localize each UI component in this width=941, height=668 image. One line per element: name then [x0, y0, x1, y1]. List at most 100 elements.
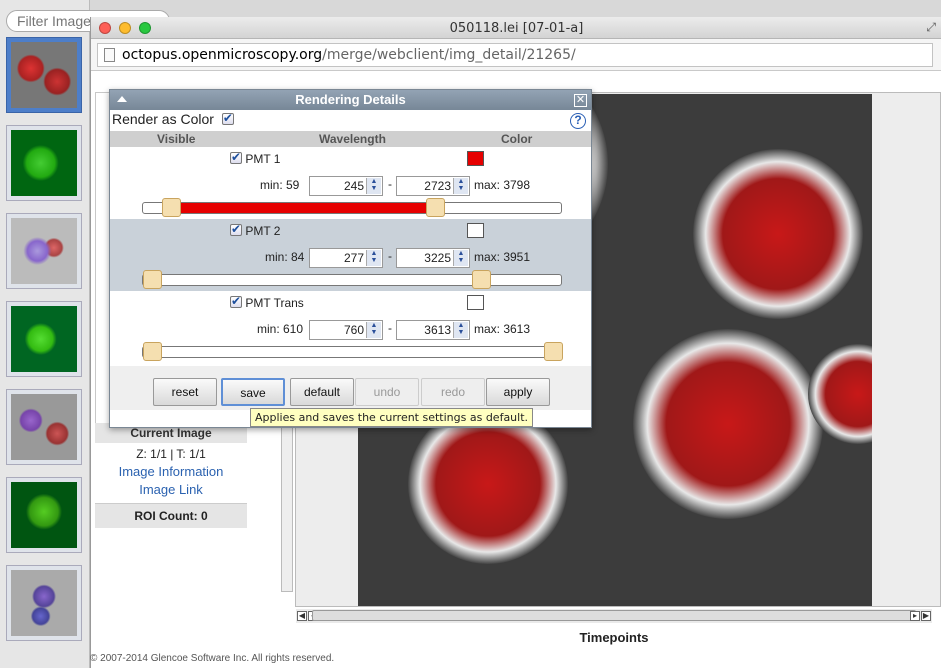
thumbnail-image[interactable] [6, 565, 82, 641]
dialog-button-bar: reset save default undo redo apply [110, 366, 591, 410]
render-as-color-row: Render as Color ? [110, 111, 591, 131]
slider-end-handle[interactable] [471, 270, 491, 289]
channel-max-label: max: 3951 [474, 250, 531, 264]
help-icon[interactable]: ? [570, 113, 586, 129]
window-title: 050118.lei [07-01-a] [449, 21, 584, 36]
default-button[interactable]: default [290, 378, 354, 406]
window-start-value: 277 [343, 251, 364, 265]
url-bar: octopus.openmicroscopy.org/merge/webclie… [91, 39, 941, 71]
image-information-link[interactable]: Image Information [95, 463, 247, 481]
thumbnail-strip [0, 0, 90, 668]
dialog-title: Rendering Details [295, 92, 406, 107]
color-column-label: Color [501, 132, 533, 146]
channel-min-label: min: 84 [265, 250, 305, 264]
thumbnail-image[interactable] [6, 301, 82, 377]
render-as-color-label: Render as Color [112, 111, 214, 127]
window-end-input[interactable]: 2723 ▲ ▼ [396, 176, 470, 196]
scroll-right-icon[interactable]: ▸ [910, 611, 920, 621]
slider-end-handle[interactable] [544, 342, 563, 361]
channel-visible-checkbox[interactable] [230, 294, 242, 308]
channel-min-label: min: 610 [257, 322, 304, 336]
dialog-header[interactable]: Rendering Details ✕ [110, 90, 591, 110]
slider-start-handle[interactable] [143, 342, 162, 361]
wavelength-column-label: Wavelength [319, 132, 386, 146]
channel-max-label: max: 3613 [474, 322, 531, 336]
channel-row: PMT 2min: 84277▲▼-3225▲▼max: 3951 [110, 219, 591, 291]
rendering-details-dialog: Rendering Details ✕ Render as Color ? Vi… [109, 89, 592, 428]
window-start-value: 760 [343, 323, 364, 337]
reset-button[interactable]: reset [153, 378, 217, 406]
url-path: /merge/webclient/img_detail/21265/ [322, 47, 576, 63]
channel-row: PMT 1min: 59245▲▼-2723▲▼max: 3798 [110, 147, 591, 219]
timepoints-label: Timepoints [579, 630, 649, 645]
range-separator: - [388, 177, 392, 191]
channel-window-slider[interactable] [142, 342, 563, 361]
channel-window-slider[interactable] [142, 270, 562, 289]
spinner-icon[interactable]: ▲ ▼ [453, 322, 468, 338]
spinner-icon[interactable]: ▲ ▼ [366, 178, 381, 194]
scroll-start-icon[interactable]: ◀ [297, 611, 307, 621]
window-start-input[interactable]: 760 ▲ ▼ [309, 320, 383, 340]
channel-color-swatch[interactable] [467, 151, 484, 166]
slider-start-handle[interactable] [162, 198, 182, 217]
channel-min-label: min: 59 [260, 178, 300, 192]
image-info-panel: Current Image Z: 1/1 | T: 1/1 Image Info… [95, 423, 247, 528]
roi-count: ROI Count: 0 [95, 503, 247, 528]
thumbnail-image[interactable] [6, 389, 82, 465]
channel-name: PMT Trans [245, 296, 304, 310]
channel-visible-toggle[interactable]: PMT 1 [230, 150, 281, 166]
apply-button[interactable]: apply [486, 378, 550, 406]
save-button[interactable]: save [221, 378, 285, 406]
copyright-footer: © 2007-2014 Glencoe Software Inc. All ri… [90, 653, 335, 664]
thumbnail-image[interactable] [6, 125, 82, 201]
page-icon [104, 48, 115, 62]
timepoints-scrollbar[interactable]: ◀ ◂ ▸ ▶ [296, 609, 932, 623]
image-link[interactable]: Image Link [95, 481, 247, 499]
scroll-end-icon[interactable]: ▶ [921, 611, 931, 621]
channel-name: PMT 1 [245, 152, 281, 166]
window-end-value: 3613 [424, 323, 451, 337]
window-end-value: 3225 [424, 251, 451, 265]
z-t-indicator: Z: 1/1 | T: 1/1 [136, 447, 206, 461]
spinner-icon[interactable]: ▲ ▼ [366, 250, 381, 266]
window-titlebar: 050118.lei [07-01-a] ⤢ [91, 17, 941, 39]
window-end-input[interactable]: 3225 ▲ ▼ [396, 248, 470, 268]
slider-start-handle[interactable] [143, 270, 162, 289]
window-start-value: 245 [343, 179, 364, 193]
spinner-icon[interactable]: ▲ ▼ [366, 322, 381, 338]
channel-row: PMT Transmin: 610760▲▼-3613▲▼max: 3613 [110, 291, 591, 363]
visible-column-label: Visible [157, 132, 196, 146]
channel-visible-toggle[interactable]: PMT Trans [230, 294, 304, 310]
channel-color-swatch[interactable] [467, 295, 484, 310]
redo-button[interactable]: redo [421, 378, 485, 406]
spinner-icon[interactable]: ▲ ▼ [453, 250, 468, 266]
thumbnail-image[interactable] [6, 477, 82, 553]
thumbnail-image[interactable] [6, 213, 82, 289]
url-host: octopus.openmicroscopy.org [122, 47, 323, 63]
undo-button[interactable]: undo [355, 378, 419, 406]
channel-visible-toggle[interactable]: PMT 2 [230, 222, 281, 238]
close-icon[interactable]: ✕ [574, 94, 587, 107]
channel-color-swatch[interactable] [467, 223, 484, 238]
window-end-value: 2723 [424, 179, 451, 193]
channel-window-slider[interactable] [142, 198, 562, 217]
channel-name: PMT 2 [245, 224, 281, 238]
render-as-color-checkbox[interactable] [221, 111, 234, 125]
channel-column-header: Visible Wavelength Color [110, 131, 591, 147]
channel-visible-checkbox[interactable] [230, 150, 242, 164]
slider-end-handle[interactable] [426, 198, 446, 217]
spinner-icon[interactable]: ▲ ▼ [453, 178, 468, 194]
slider-range-fill [171, 203, 436, 213]
fullscreen-icon[interactable]: ⤢ [926, 20, 936, 35]
range-separator: - [388, 321, 392, 335]
url-field[interactable]: octopus.openmicroscopy.org/merge/webclie… [97, 43, 933, 67]
window-start-input[interactable]: 245 ▲ ▼ [309, 176, 383, 196]
channel-visible-checkbox[interactable] [230, 222, 242, 236]
window-start-input[interactable]: 277 ▲ ▼ [309, 248, 383, 268]
window-end-input[interactable]: 3613 ▲ ▼ [396, 320, 470, 340]
range-separator: - [388, 249, 392, 263]
channel-max-label: max: 3798 [474, 178, 531, 192]
thumbnail-image[interactable] [6, 37, 82, 113]
scrollbar-track[interactable] [312, 610, 916, 621]
save-tooltip: Applies and saves the current settings a… [250, 408, 534, 427]
